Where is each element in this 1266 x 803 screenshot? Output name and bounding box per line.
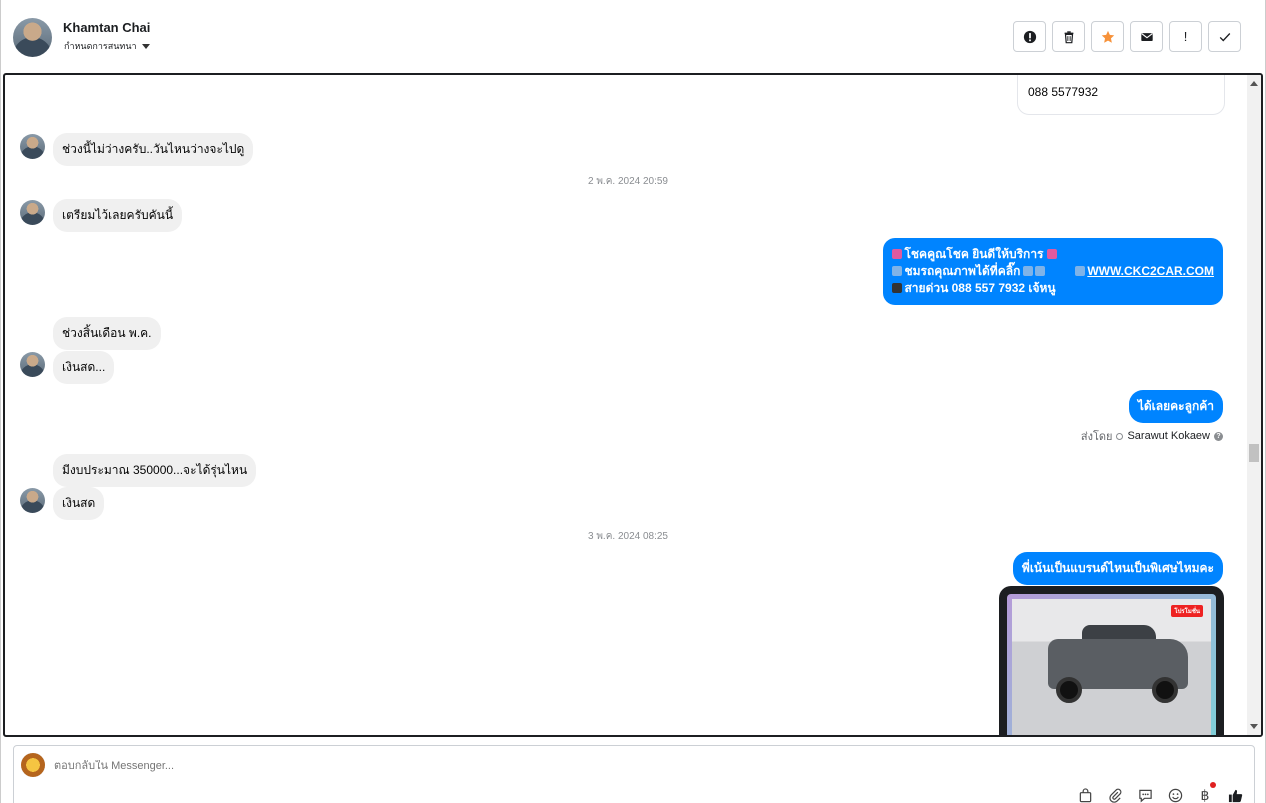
page-avatar <box>21 753 45 777</box>
card-phone: 088 5577932 <box>1028 85 1099 99</box>
truck-wheel <box>1056 677 1082 703</box>
bag-icon <box>1079 787 1091 802</box>
outgoing-message[interactable]: พี่เน้นเป็นแบรนด์ไหนเป็นพิเศษไหมคะ <box>1012 552 1223 585</box>
composer-tools: ฿ <box>1076 782 1244 803</box>
payment-button[interactable]: ฿ <box>1196 782 1216 803</box>
incoming-message[interactable]: เตรียมไว้เลยครับคันนี้ <box>53 199 183 232</box>
report-spam-button[interactable] <box>1013 21 1046 52</box>
like-button[interactable] <box>1226 786 1244 803</box>
assign-label: กำหนดการสนทนา <box>64 41 137 51</box>
arrow-down-icon <box>1035 266 1046 276</box>
mark-done-button[interactable] <box>1208 21 1241 52</box>
contact-avatar-small <box>20 352 45 377</box>
timestamp: 3 พ.ค. 2024 08:25 <box>587 531 668 542</box>
phone-icon <box>892 283 903 293</box>
scroll-down-icon[interactable] <box>1250 724 1258 729</box>
reply-input[interactable] <box>54 760 454 772</box>
outgoing-message[interactable]: โชคคูณโชค ยินดีให้บริการ ชมรถคุณภาพได้ที… <box>883 238 1223 305</box>
contact-avatar-small <box>20 200 45 225</box>
saved-replies-button[interactable] <box>1136 786 1154 803</box>
emoji-icon <box>892 249 903 259</box>
message-thread[interactable]: 088 5577932 ช่วงนี้ไม่ว่างครับ..วันไหนว่… <box>3 73 1263 737</box>
contact-card: 088 5577932 <box>1017 75 1225 115</box>
contact-avatar[interactable] <box>13 18 52 57</box>
messenger-inbox: Khamtan Chai กำหนดการสนทนา ! 088 5577932… <box>0 0 1266 803</box>
shop-button[interactable] <box>1076 786 1094 803</box>
exclamation-icon: ! <box>1183 29 1188 44</box>
website-link[interactable]: WWW.CKC2CAR.COM <box>1087 264 1214 278</box>
paperclip-icon <box>1108 788 1121 803</box>
incoming-message[interactable]: เงินสด <box>53 487 105 520</box>
emoji-icon <box>1168 788 1182 802</box>
contact-avatar-small <box>20 488 45 513</box>
chevron-down-icon <box>141 43 150 49</box>
scroll-up-icon[interactable] <box>1250 81 1258 86</box>
star-icon <box>1101 30 1114 43</box>
mail-icon <box>1140 32 1153 41</box>
photo-attachment[interactable]: โปรโมชั่น <box>999 586 1224 735</box>
baht-icon: ฿ <box>1200 786 1210 803</box>
timestamp: 2 พ.ค. 2024 20:59 <box>587 176 668 187</box>
trash-icon <box>1064 30 1073 43</box>
incoming-message[interactable]: เงินสด... <box>53 351 115 384</box>
incoming-message[interactable]: ช่วงสิ้นเดือน พ.ค. <box>53 317 161 350</box>
assign-conversation-dropdown[interactable]: กำหนดการสนทนา <box>64 39 150 53</box>
scrollbar[interactable] <box>1247 75 1261 735</box>
help-icon[interactable]: ? <box>1214 431 1223 441</box>
follow-up-button[interactable]: ! <box>1169 21 1202 52</box>
promo-badge: โปรโมชั่น <box>1171 605 1203 617</box>
delete-button[interactable] <box>1052 21 1085 52</box>
attach-button[interactable] <box>1106 786 1124 803</box>
check-icon <box>1219 32 1230 41</box>
header-actions: ! <box>1013 21 1241 52</box>
thumbs-up-icon <box>1228 789 1242 802</box>
scrollbar-thumb[interactable] <box>1249 444 1259 462</box>
agent-icon <box>1116 432 1124 440</box>
reply-composer: ฿ <box>13 745 1255 803</box>
truck-image: โปรโมชั่น <box>1012 599 1211 735</box>
message-line: โชคคูณโชค ยินดีให้บริการ <box>892 246 1214 263</box>
contact-avatar-small <box>20 134 45 159</box>
incoming-message[interactable]: มีงบประมาณ 350000...จะได้รุ่นไหน <box>53 454 257 487</box>
message-line: สายด่วน 088 557 7932 เจ้หนู <box>892 280 1214 297</box>
play-icon <box>892 266 903 276</box>
contact-name[interactable]: Khamtan Chai <box>63 20 150 35</box>
agent-name: Sarawut Kokaew <box>1127 430 1210 442</box>
star-button[interactable] <box>1091 21 1124 52</box>
photo-frame: โปรโมชั่น <box>1007 594 1216 735</box>
message-line: ชมรถคุณภาพได้ที่คลิ๊ก WWW.CKC2CAR.COM <box>892 263 1214 280</box>
alert-circle-icon <box>1023 30 1036 43</box>
play-icon <box>1075 266 1086 276</box>
conversation-header: Khamtan Chai กำหนดการสนทนา ! <box>1 0 1263 73</box>
arrow-down-icon <box>1023 266 1034 276</box>
incoming-message[interactable]: ช่วงนี้ไม่ว่างครับ..วันไหนว่างจะไปดู <box>53 133 254 166</box>
outgoing-message[interactable]: ได้เลยคะลูกค้า <box>1128 390 1223 423</box>
sent-by-info: ส่งโดย Sarawut Kokaew ? <box>1081 427 1223 445</box>
truck-wheel <box>1152 677 1178 703</box>
notification-dot <box>1210 782 1216 788</box>
chat-bubble-icon <box>1138 789 1152 802</box>
mark-unread-button[interactable] <box>1130 21 1163 52</box>
sent-by-label: ส่งโดย <box>1080 431 1113 443</box>
emoji-button[interactable] <box>1166 786 1184 803</box>
emoji-icon <box>1046 249 1057 259</box>
